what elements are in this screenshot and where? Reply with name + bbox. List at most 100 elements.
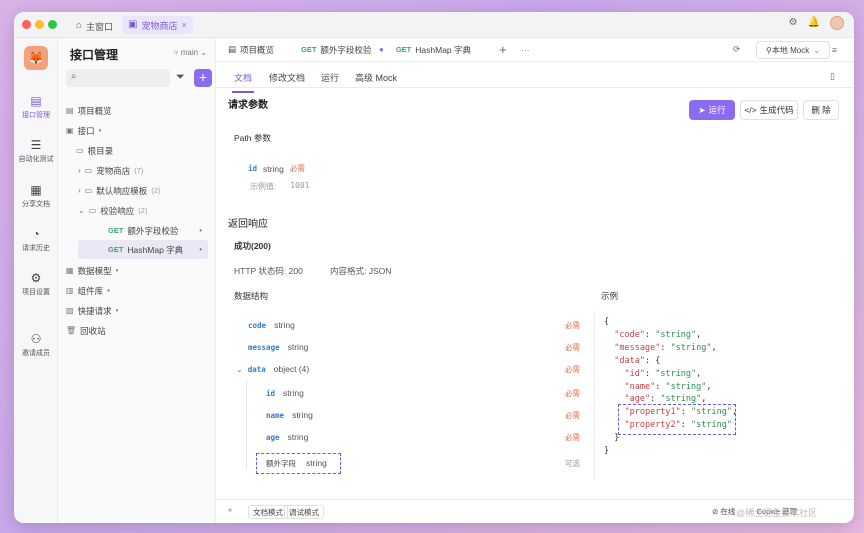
tree-item-apis[interactable]: ▣ 接口 • <box>66 121 101 140</box>
debug-mode-button[interactable]: 调试模式 <box>284 505 324 519</box>
delete-button[interactable]: 删 除 <box>803 100 839 120</box>
subtab-run[interactable]: 运行 <box>321 71 339 84</box>
code-icon: </> <box>744 105 757 115</box>
minimize-window-button[interactable] <box>35 20 44 29</box>
more-tabs-icon[interactable]: ··· <box>521 45 530 55</box>
response-title: 返回响应 <box>228 219 268 230</box>
sidebar: 接口管理 ⑂ main ⌄ ⌕ ⏷ + ▤ 项目概览 ▣ 接口 • ▭ 根目录 › ▭ 宠物… <box>58 38 216 523</box>
highlight-extra-field <box>256 453 341 474</box>
environment-select[interactable]: ⚲ 本地 Mock ⌄ <box>756 41 830 59</box>
gear-icon[interactable]: ⚙ <box>789 18 798 28</box>
field-row-id: id string 必需 <box>266 388 580 398</box>
tab-main-window[interactable]: ⌂ 主窗口 <box>76 18 113 34</box>
rail-invite-members[interactable]: ⚇ 邀请成员 <box>14 332 58 358</box>
unsaved-dot-icon: ● <box>379 45 384 54</box>
tree-item-trash[interactable]: 🗑 回收站 <box>66 321 106 340</box>
folder-icon: ▭ <box>84 166 93 175</box>
title-bar: ⌂ 主窗口 ▣ 宠物商店 × ⚙ 🔔 <box>14 12 854 38</box>
invite-icon: ⚇ <box>30 332 42 346</box>
branch-selector[interactable]: ⑂ main ⌄ <box>174 48 207 57</box>
content-format: 内容格式: JSON <box>330 266 392 276</box>
tab-pet-store[interactable]: ▣ 宠物商店 × <box>122 16 193 34</box>
subtab-docs[interactable]: 文档 <box>231 71 255 93</box>
tree-item-hashmap[interactable]: GET HashMap 字典 • <box>78 240 208 259</box>
tree-item-data-models[interactable]: ▦ 数据模型 • <box>66 261 118 280</box>
rail-share-docs[interactable]: ▦ 分享文档 <box>14 183 58 209</box>
tab-project-overview[interactable]: ▤ 项目概览 <box>228 44 274 56</box>
divider <box>594 310 595 480</box>
subtab-edit-docs[interactable]: 修改文档 <box>269 71 305 84</box>
tree-item-default-response[interactable]: › ▭ 默认响应模板 (2) <box>78 181 160 200</box>
add-button[interactable]: + <box>194 69 212 87</box>
collapse-icon[interactable]: « <box>228 505 232 514</box>
tree-item-components[interactable]: ▥ 组件库 • <box>66 281 110 300</box>
tab-extra-field-check[interactable]: GET 额外字段校验 <box>301 44 371 56</box>
more-icon[interactable]: • <box>99 126 102 135</box>
chevron-down-icon[interactable]: ⌄ <box>236 365 243 374</box>
maximize-window-button[interactable] <box>48 20 57 29</box>
user-avatar[interactable] <box>830 16 844 30</box>
subtab-advanced-mock[interactable]: 高级 Mock <box>355 71 397 84</box>
document-tabs: ▤ 项目概览 GET 额外字段校验 ● GET HashMap 字典 + ··· ⟳ ⚲… <box>216 38 854 62</box>
new-tab-button[interactable]: + <box>499 42 507 57</box>
share-icon: ▦ <box>30 183 42 197</box>
chevron-right-icon: › <box>78 186 81 195</box>
field-row-age: age string 必需 <box>266 432 580 442</box>
folder-icon: ▭ <box>76 146 84 155</box>
http-status: HTTP 状态码: 200 <box>234 266 303 276</box>
folder-icon: ▭ <box>84 186 93 195</box>
rail-automated-testing[interactable]: ☰ 自动化测试 <box>14 138 58 164</box>
home-icon: ⌂ <box>76 20 83 31</box>
folder-api-icon: ▣ <box>66 126 74 135</box>
quick-icon: ▧ <box>66 306 74 315</box>
tree-item-quick-requests[interactable]: ▧ 快捷请求 • <box>66 301 118 320</box>
sidebar-title: 接口管理 <box>70 48 119 62</box>
doc-mode-button[interactable]: 文档模式 <box>248 505 288 519</box>
filter-icon[interactable]: ⏷ <box>176 71 185 84</box>
sub-tabs: 文档 修改文档 运行 高级 Mock ▯ <box>216 62 854 93</box>
tree-item-project-overview[interactable]: ▤ 项目概览 <box>66 101 112 120</box>
refresh-icon[interactable]: ⟳ <box>733 44 740 55</box>
field-row-data[interactable]: ⌄ data object (4) 必需 <box>228 358 582 380</box>
generate-code-button[interactable]: </> 生成代码 <box>740 100 798 120</box>
clock-icon: ◔ <box>32 227 40 241</box>
trash-icon: 🗑 <box>66 326 77 335</box>
online-status[interactable]: ⊘ 在线 <box>712 506 735 517</box>
request-params-title: 请求参数 <box>228 100 268 111</box>
close-window-button[interactable] <box>22 20 31 29</box>
more-icon[interactable]: • <box>199 245 202 254</box>
overview-icon: ▤ <box>228 44 237 54</box>
panel-toggle-icon[interactable]: ▯ <box>830 71 835 82</box>
tree-item-validate-response[interactable]: ⌄ ▭ 校验响应 (2) <box>78 201 147 220</box>
field-row-name: name string 必需 <box>266 410 580 420</box>
watermark: @稀土掘金技术社区 <box>736 508 818 518</box>
close-tab-icon[interactable]: × <box>181 20 186 30</box>
status-bar: « 文档模式 调试模式 ⊘ 在线 ◌ Cookie 管理 @稀土掘金技术社区 <box>216 499 854 523</box>
tree-item-extra-field-check[interactable]: GET 额外字段校验 • <box>78 221 208 240</box>
chevron-down-icon: ⌄ <box>813 45 820 55</box>
rail-project-settings[interactable]: ⚙ 项目设置 <box>14 271 58 297</box>
component-icon: ▥ <box>66 286 74 295</box>
run-button[interactable]: ➤ 运行 <box>689 100 735 120</box>
rail-request-history[interactable]: ◔ 请求历史 <box>14 227 58 253</box>
bell-icon[interactable]: 🔔 <box>808 18 820 28</box>
schema-title: 数据结构 <box>234 291 269 301</box>
more-icon[interactable]: • <box>116 266 119 275</box>
chevron-right-icon: › <box>78 166 81 175</box>
search-icon: ⌕ <box>71 71 77 82</box>
folder-icon: ▭ <box>88 206 97 215</box>
field-row-message: message string 必需 <box>248 342 580 352</box>
send-icon: ➤ <box>698 104 706 115</box>
search-input[interactable]: ⌕ <box>66 69 170 87</box>
tree-item-pet-store[interactable]: › ▭ 宠物商店 (7) <box>78 161 143 180</box>
tab-hashmap[interactable]: ● GET HashMap 字典 <box>379 44 471 56</box>
json-example: { "code": "string", "message": "string",… <box>604 317 738 457</box>
more-icon[interactable]: • <box>116 306 119 315</box>
stack-icon: ☰ <box>30 138 42 152</box>
more-icon[interactable]: • <box>199 226 202 235</box>
tree-item-root[interactable]: ▭ 根目录 <box>76 141 113 160</box>
more-icon[interactable]: • <box>107 286 110 295</box>
rail-api-management[interactable]: ▤ 接口管理 <box>14 94 58 120</box>
main-panel: ▤ 项目概览 GET 额外字段校验 ● GET HashMap 字典 + ··· ⟳ ⚲… <box>216 38 854 523</box>
menu-icon[interactable]: ≡ <box>832 45 837 55</box>
